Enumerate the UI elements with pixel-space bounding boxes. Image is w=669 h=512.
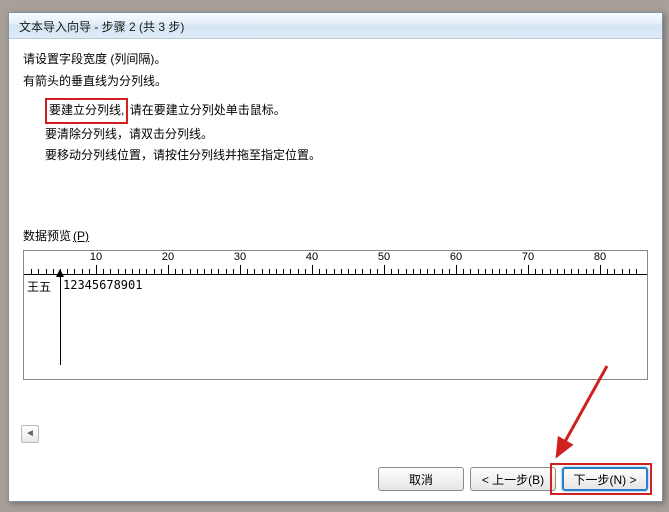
ruler-tick bbox=[384, 265, 385, 275]
preview-label-text: 数据预览 bbox=[23, 229, 71, 243]
ruler-label: 30 bbox=[234, 251, 246, 263]
instruction-line-1: 请设置字段宽度 (列间隔)。 bbox=[23, 49, 648, 71]
cancel-button[interactable]: 取消 bbox=[378, 467, 464, 491]
wizard-dialog: 文本导入向导 - 步骤 2 (共 3 步) 请设置字段宽度 (列间隔)。 有箭头… bbox=[8, 12, 663, 502]
data-preview-area[interactable]: 10 20 30 40 50 60 70 80 王五 12345678901 bbox=[23, 250, 648, 380]
ruler-tick bbox=[600, 265, 601, 275]
ruler-label: 10 bbox=[90, 251, 102, 263]
ruler-label: 60 bbox=[450, 251, 462, 263]
next-button[interactable]: 下一步(N) > bbox=[562, 467, 648, 491]
ruler-label: 70 bbox=[522, 251, 534, 263]
sub-instructions: 要建立分列线, 请在要建立分列处单击鼠标。 要清除分列线，请双击分列线。 要移动… bbox=[45, 98, 648, 167]
ruler-tick bbox=[96, 265, 97, 275]
ruler-tick bbox=[528, 265, 529, 275]
dialog-content: 请设置字段宽度 (列间隔)。 有箭头的垂直线为分列线。 要建立分列线, 请在要建… bbox=[9, 39, 662, 457]
sub-instruction-1: 要建立分列线, 请在要建立分列处单击鼠标。 bbox=[45, 98, 648, 124]
back-button[interactable]: < 上一步(B) bbox=[470, 467, 556, 491]
preview-label-key: (P) bbox=[73, 229, 89, 243]
instructions-block: 请设置字段宽度 (列间隔)。 有箭头的垂直线为分列线。 要建立分列线, 请在要建… bbox=[23, 49, 648, 167]
data-row[interactable]: 王五 12345678901 bbox=[24, 275, 647, 365]
data-cell-1: 王五 bbox=[27, 278, 51, 295]
ruler-label: 20 bbox=[162, 251, 174, 263]
ruler-tick bbox=[168, 265, 169, 275]
ruler-label: 80 bbox=[594, 251, 606, 263]
sub-instruction-1-rest: 请在要建立分列处单击鼠标。 bbox=[130, 103, 286, 117]
ruler: 10 20 30 40 50 60 70 80 bbox=[24, 251, 647, 275]
button-row: 取消 < 上一步(B) 下一步(N) > bbox=[378, 467, 648, 491]
scroll-left-button[interactable]: ◄ bbox=[21, 425, 39, 443]
ruler-tick bbox=[312, 265, 313, 275]
sub-instruction-2: 要清除分列线，请双击分列线。 bbox=[45, 124, 648, 146]
ruler-tick bbox=[456, 265, 457, 275]
preview-label: 数据预览(P) bbox=[23, 227, 648, 244]
highlight-create-column: 要建立分列线, bbox=[45, 98, 128, 124]
ruler-tick bbox=[240, 265, 241, 275]
column-break-arrow-icon bbox=[56, 269, 64, 277]
ruler-label: 40 bbox=[306, 251, 318, 263]
window-title: 文本导入向导 - 步骤 2 (共 3 步) bbox=[19, 20, 184, 34]
column-break-line[interactable] bbox=[60, 275, 61, 365]
instruction-line-2: 有箭头的垂直线为分列线。 bbox=[23, 71, 648, 93]
ruler-label: 50 bbox=[378, 251, 390, 263]
data-cell-2: 12345678901 bbox=[63, 278, 142, 292]
sub-instruction-3: 要移动分列线位置，请按住分列线并拖至指定位置。 bbox=[45, 145, 648, 167]
window-titlebar: 文本导入向导 - 步骤 2 (共 3 步) bbox=[9, 13, 662, 39]
